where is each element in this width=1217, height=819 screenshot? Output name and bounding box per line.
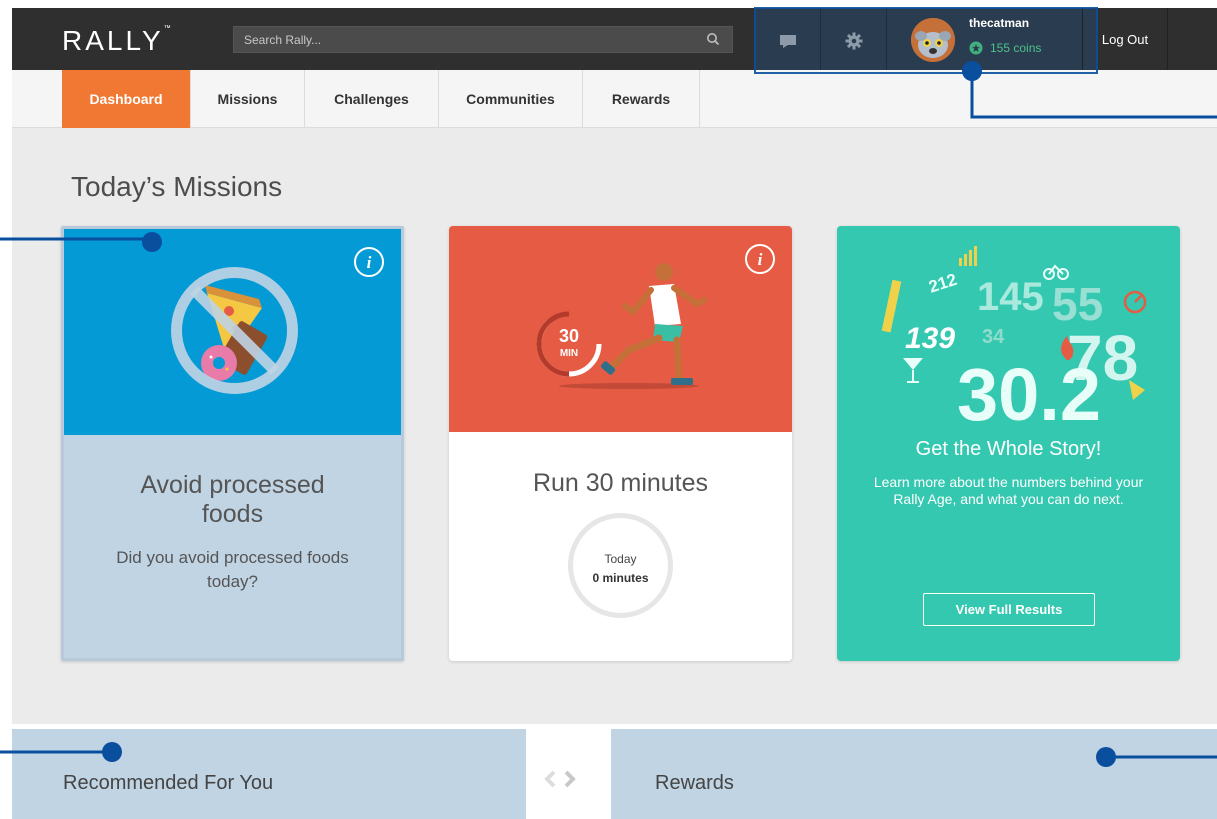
annotation-marker — [962, 61, 982, 81]
annotation-marker — [142, 232, 162, 252]
annotation-overlay — [0, 7, 1217, 767]
annotation-marker — [102, 742, 122, 762]
annotation-marker — [1096, 747, 1116, 767]
